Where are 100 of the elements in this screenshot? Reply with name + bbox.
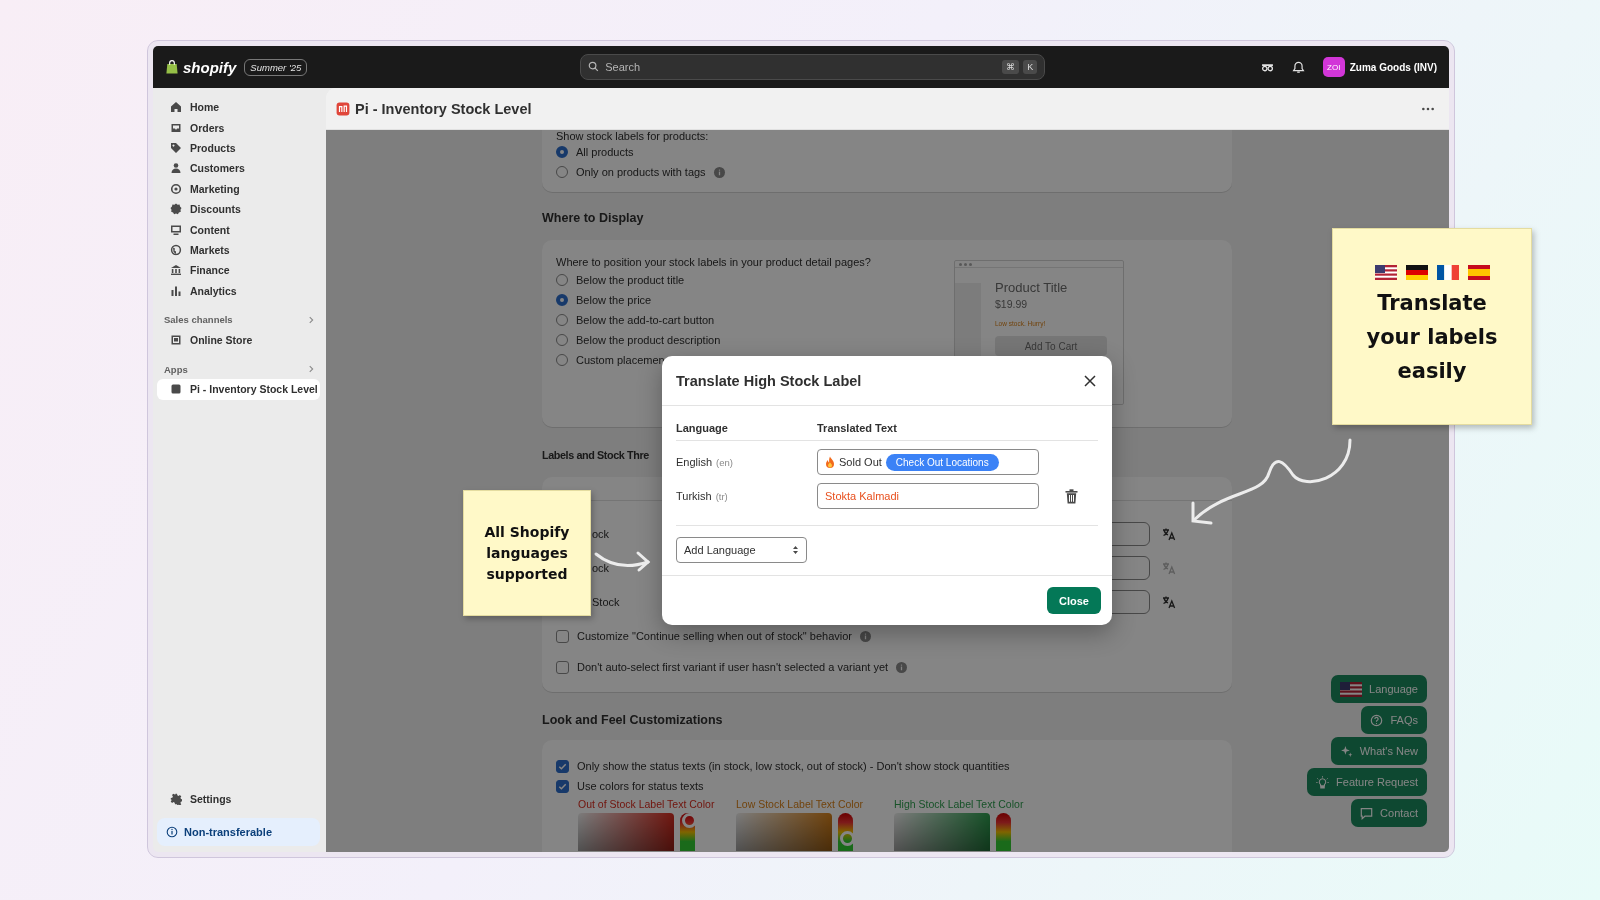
- column-header: Language: [676, 422, 729, 434]
- caret-icon: [792, 545, 799, 555]
- app-icon: [170, 383, 182, 396]
- sidebar-item[interactable]: Marketing: [157, 178, 320, 199]
- hue-bar[interactable]: [995, 813, 1011, 851]
- section-heading: Labels and Stock Thre: [542, 448, 649, 463]
- sidebar-item[interactable]: Orders: [157, 117, 320, 138]
- shortcut-key: ⌘: [1002, 60, 1020, 74]
- add-language-select[interactable]: Add Language: [676, 537, 807, 563]
- preview-title: Product Title: [995, 280, 1069, 295]
- question-icon: [1370, 713, 1384, 727]
- sparkle-icon: [1339, 744, 1353, 758]
- option-label: Only show the status texts (in stock, low stock, out of stock) - Don't show stock quantities: [577, 760, 1010, 772]
- color-label: Out of Stock Label Text Color: [578, 797, 715, 811]
- option-label: Custom placemen: [576, 354, 665, 366]
- sidebar-item[interactable]: Online Store: [157, 329, 320, 351]
- radio-button[interactable]: [556, 146, 568, 158]
- label-name: ock: [592, 528, 610, 540]
- sidebar-item[interactable]: Analytics: [157, 280, 320, 301]
- field-label: Show stock labels for products:: [556, 130, 710, 142]
- store-avatar: ZOI: [1322, 57, 1345, 77]
- hue-bar[interactable]: [679, 813, 695, 851]
- store-icon: [170, 334, 182, 347]
- translation-field[interactable]: Stokta Kalmadi: [817, 483, 1039, 509]
- option-label: Use colors for status texts: [577, 780, 704, 792]
- slider-thumb[interactable]: [839, 831, 855, 847]
- person-icon: [170, 162, 182, 175]
- hue-bar[interactable]: [837, 813, 853, 851]
- label-name: Stock: [592, 596, 620, 608]
- lightbulb-icon: [1316, 775, 1330, 789]
- section-heading: Where to Display: [542, 210, 644, 226]
- section-title: Sales channels: [164, 314, 233, 326]
- close-button[interactable]: Close: [1047, 587, 1101, 614]
- chevron-right-icon: [306, 364, 316, 375]
- brand-logo: shopify: [183, 58, 237, 76]
- sidebar-item[interactable]: Finance: [157, 260, 320, 281]
- sidebar-item[interactable]: Pi - Inventory Stock Level: [157, 379, 320, 400]
- inbox-icon: [170, 121, 182, 134]
- sidebar-item[interactable]: Content: [157, 219, 320, 240]
- sidebar-item[interactable]: Home: [157, 97, 320, 118]
- target-icon: [170, 182, 182, 195]
- flag-icon: [1405, 265, 1428, 280]
- flag-icon: [1340, 681, 1363, 697]
- bank-icon: [170, 264, 182, 277]
- home-icon: [170, 101, 182, 114]
- radio-button[interactable]: [556, 294, 568, 306]
- bar-chart-icon: [170, 284, 182, 297]
- option-label: Don't auto-select first variant if user hasn't selected a variant yet: [577, 661, 889, 673]
- translate-icon[interactable]: [1162, 527, 1176, 541]
- dialog-title: Translate High Stock Label: [676, 372, 862, 389]
- section-title: Apps: [164, 363, 188, 375]
- flag-icon: [1467, 265, 1490, 280]
- sidebar-item[interactable]: Discounts: [157, 198, 320, 220]
- option-label: Below the price: [576, 294, 652, 306]
- option-label: Only on products with tags: [576, 166, 706, 178]
- globe-icon: [170, 243, 182, 256]
- sidebar-item[interactable]: Products: [157, 137, 320, 159]
- option-label: All products: [576, 146, 634, 158]
- link-chip: Check Out Locations: [885, 453, 999, 471]
- language-name: English (en): [676, 456, 734, 468]
- curved-arrow: [594, 551, 651, 572]
- field-label: Where to position your stock labels in your product detail pages?: [556, 255, 872, 270]
- option-label: Below the product title: [576, 274, 685, 286]
- monitor-icon: [170, 223, 182, 236]
- store-switcher[interactable]: ZOI Zuma Goods (INV): [1322, 57, 1437, 77]
- color-label: High Stock Label Text Color: [894, 797, 1024, 811]
- sidebar-item[interactable]: Settings: [157, 788, 320, 809]
- checkbox[interactable]: [556, 629, 569, 643]
- tag-icon: [170, 141, 182, 154]
- app-logo-icon: [336, 101, 350, 116]
- sidebar-item[interactable]: Customers: [157, 158, 320, 179]
- option-label: Below the product description: [576, 334, 721, 346]
- shopping-bag-icon: [165, 59, 179, 75]
- notice-banner: Non-transferable: [157, 818, 320, 846]
- search-icon: [588, 61, 600, 72]
- note-text: All Shopify languages supported: [483, 522, 571, 584]
- language-name: Turkish (tr): [676, 490, 729, 502]
- bell-icon: [1291, 60, 1305, 74]
- flame-icon: [825, 456, 835, 468]
- info-icon: [166, 826, 178, 838]
- translate-icon[interactable]: [1162, 595, 1176, 609]
- edition-badge: Summer '25: [244, 58, 308, 76]
- preview-price: $19.99: [995, 298, 1029, 310]
- checkbox[interactable]: [556, 660, 569, 674]
- slider-thumb[interactable]: [681, 813, 697, 829]
- close-button[interactable]: [1082, 372, 1098, 389]
- option-label: Below the add-to-cart button: [576, 314, 715, 326]
- section-heading: Look and Feel Customizations: [542, 712, 723, 728]
- chevron-right-icon: [306, 314, 316, 325]
- page-title: Pi - Inventory Stock Level: [355, 100, 532, 117]
- color-label: Low Stock Label Text Color: [736, 797, 864, 811]
- note-text: Translate your labels easily: [1365, 290, 1499, 385]
- shortcut-key: K: [1023, 60, 1038, 74]
- checkbox[interactable]: [556, 759, 569, 773]
- gear-icon: [170, 792, 182, 805]
- flag-icon: [1436, 265, 1459, 280]
- sidebar-item[interactable]: Markets: [157, 239, 320, 261]
- checkbox[interactable]: [556, 779, 569, 793]
- translation-field[interactable]: Sold Out Check Out Locations: [817, 449, 1039, 475]
- option-label: Customize "Continue selling when out of stock" behavior: [577, 630, 852, 642]
